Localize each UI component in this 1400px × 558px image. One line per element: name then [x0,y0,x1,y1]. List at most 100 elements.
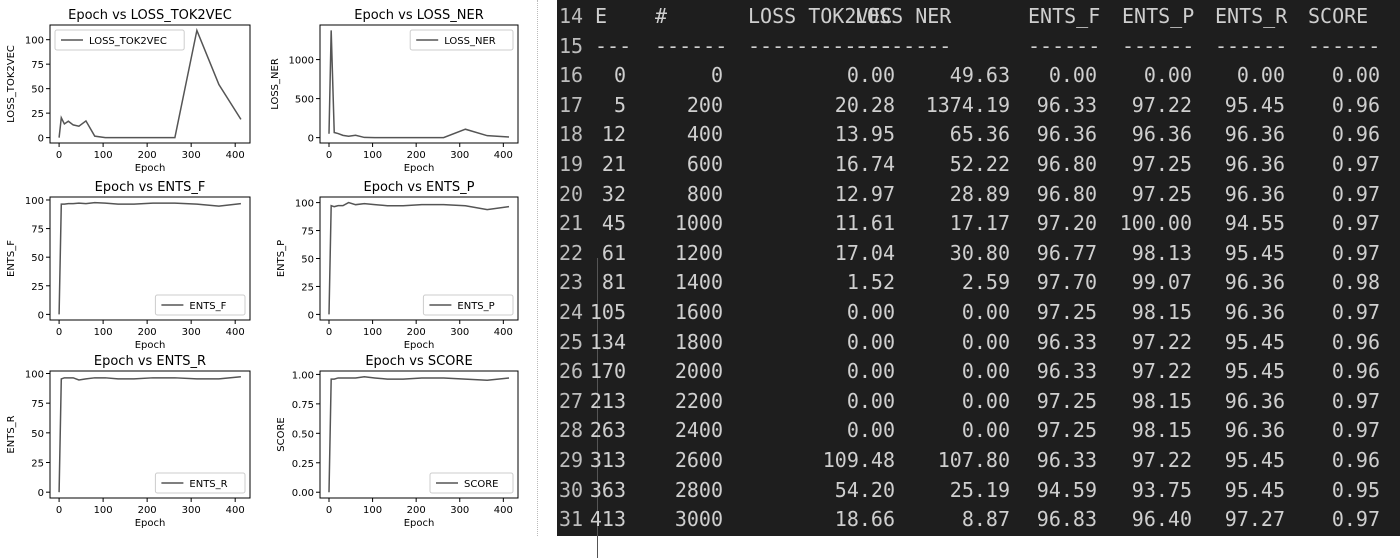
cell-ents-f: 96.83 [1037,507,1097,531]
line-number: 29 [559,448,583,472]
line-number: 21 [559,211,583,235]
legend-label: LOSS_NER [444,36,496,47]
cell-loss-tok2vec: 17.04 [835,241,895,265]
cell-epoch: 0 [614,63,626,87]
cell-epoch: E [595,4,607,28]
cell-score: 0.95 [1332,478,1380,502]
chart-title: Epoch vs ENTS_P [363,180,474,195]
x-tick-label: 0 [326,327,332,338]
legend-label: ENTS_P [457,301,494,312]
x-tick-label: 200 [407,327,426,338]
cell-ents-f: 96.33 [1037,448,1097,472]
line-number: 27 [559,389,583,413]
table-row: 2513418000.000.0096.3397.2295.450.96 [557,330,1400,360]
charts-svg: Epoch vs LOSS_TOK2VEC0100200300400025507… [0,0,537,536]
cell-ents-f: 96.36 [1037,122,1097,146]
cell-score: SCORE [1308,4,1368,28]
legend-label: ENTS_F [189,301,226,312]
y-tick-label: 0 [38,310,44,321]
cell-loss-tok2vec: 54.20 [835,478,895,502]
y-axis-label: ENTS_R [6,415,17,453]
table-row: 293132600109.48107.8096.3397.2295.450.96 [557,448,1400,478]
y-axis-label: LOSS_NER [270,58,281,110]
cell-ents-f: 96.33 [1037,93,1097,117]
x-tick-label: 400 [226,505,245,516]
cell-score: 0.97 [1332,418,1380,442]
x-tick-label: 400 [226,150,245,161]
x-tick-label: 300 [182,505,201,516]
cell-ents-p: 100.00 [1120,211,1192,235]
line-number: 25 [559,330,583,354]
x-axis-label: Epoch [135,340,166,351]
y-tick-label: 100 [295,199,314,210]
cell-ents-r: 96.36 [1225,270,1285,294]
cell-epoch: 61 [602,241,626,265]
y-tick-label: 0 [308,134,314,145]
line-number: 30 [559,478,583,502]
y-tick-label: 25 [31,459,44,470]
cell-ents-f: 97.25 [1037,418,1097,442]
cell-loss-tok2vec: 13.95 [835,122,895,146]
cell-loss-tok2vec: 109.48 [823,448,895,472]
x-tick-label: 0 [56,505,62,516]
y-tick-label: 25 [31,109,44,120]
legend-label: LOSS_TOK2VEC [89,36,167,47]
cell-loss-ner: 0.00 [962,330,1010,354]
x-tick-label: 400 [226,327,245,338]
cell-step: 3000 [675,507,723,531]
cell-ents-f: 96.33 [1037,330,1097,354]
cell-step: ------ [655,34,727,58]
cell-epoch: 32 [602,182,626,206]
y-tick-label: 500 [295,95,314,106]
cell-ents-p: 0.00 [1144,63,1192,87]
chart-ents-p: Epoch vs ENTS_P01002003004000255075100Ep… [276,180,518,351]
cell-ents-f: 96.80 [1037,182,1097,206]
table-row: 192160016.7452.2296.8097.2596.360.97 [557,152,1400,182]
cell-ents-p: 97.25 [1132,152,1192,176]
cell-ents-r: 95.45 [1225,330,1285,354]
x-tick-label: 0 [326,150,332,161]
cell-step: 1200 [675,241,723,265]
y-tick-label: 25 [301,282,314,293]
x-tick-label: 200 [407,505,426,516]
y-axis-label: SCORE [276,417,287,451]
table-row: 17520020.281374.1996.3397.2295.450.96 [557,93,1400,123]
cell-epoch: 12 [602,122,626,146]
cell-step: 1400 [675,270,723,294]
x-tick-label: 100 [363,505,382,516]
x-axis-label: Epoch [404,163,435,174]
y-tick-label: 75 [31,225,44,236]
cell-loss-ner: 0.00 [962,389,1010,413]
table-row: 2826324000.000.0097.2598.1596.360.97 [557,418,1400,448]
cell-loss-tok2vec: 20.28 [835,93,895,117]
x-tick-label: 300 [450,505,469,516]
table-row: 2261120017.0430.8096.7798.1395.450.97 [557,241,1400,271]
cell-loss-ner: 0.00 [962,359,1010,383]
cell-ents-p: 93.75 [1132,478,1192,502]
table-row: 2410516000.000.0097.2598.1596.360.97 [557,300,1400,330]
cell-step: 1000 [675,211,723,235]
y-tick-label: 0 [38,134,44,145]
cell-ents-r: 94.55 [1225,211,1285,235]
cell-loss-tok2vec: 0.00 [847,359,895,383]
cell-ents-p: 97.22 [1132,93,1192,117]
cell-score: 0.97 [1332,389,1380,413]
cell-ents-r: 96.36 [1225,182,1285,206]
cell-epoch: --- [595,34,631,58]
cell-ents-f: 0.00 [1049,63,1097,87]
y-tick-label: 75 [31,60,44,71]
cell-score: 0.96 [1332,122,1380,146]
cell-loss-tok2vec: 11.61 [835,211,895,235]
y-tick-label: 0.50 [292,429,314,440]
y-tick-label: 75 [301,227,314,238]
cell-ents-f: ------ [1028,34,1100,58]
cell-loss-ner: 25.19 [950,478,1010,502]
line-number: 17 [559,93,583,117]
cell-ents-p: 99.07 [1132,270,1192,294]
cell-epoch: 5 [614,93,626,117]
cell-ents-p: 96.36 [1132,122,1192,146]
x-tick-label: 100 [94,505,113,516]
chart-title: Epoch vs SCORE [365,354,472,369]
legend-label: SCORE [464,479,498,490]
x-tick-label: 100 [363,150,382,161]
